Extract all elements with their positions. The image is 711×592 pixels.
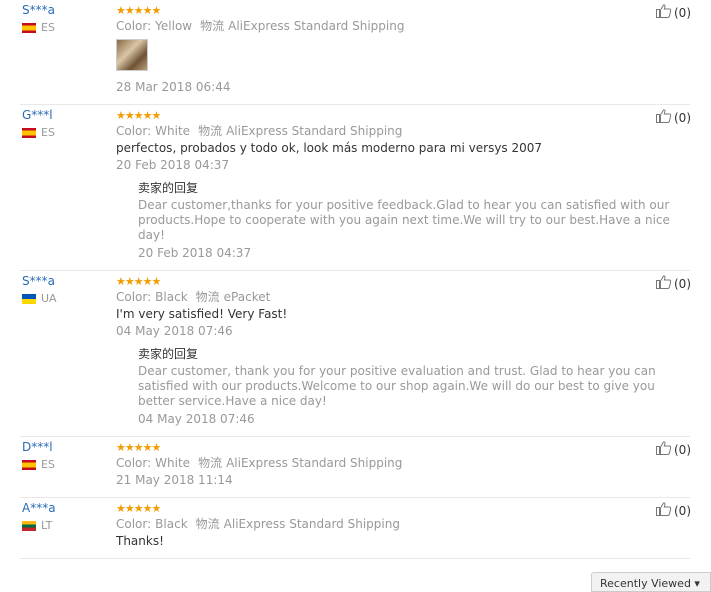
star-rating: ★★★★★: [116, 4, 161, 17]
seller-reply-text: Dear customer,thanks for your positive f…: [138, 198, 670, 242]
color-label: Color:: [116, 124, 152, 138]
country-code: ES: [41, 21, 55, 34]
review-item: G***l ES ★★★★★ Color: White 物流 AliExpress Stan…: [20, 105, 691, 271]
review-date: 20 Feb 2018 04:37: [116, 158, 230, 172]
review-content: ★★★★★ Color: Yellow 物流 AliExpress Standard S…: [116, 0, 690, 104]
color-value: Black: [155, 290, 188, 304]
reviewer-country: ES: [22, 21, 102, 34]
review-content: ★★★★★ Color: Black 物流 ePacket I'm very satisf…: [116, 271, 690, 436]
seller-reply-text: Dear customer, thank you for your positi…: [138, 364, 656, 408]
helpful-button[interactable]: (0): [656, 109, 691, 126]
color-label: Color:: [116, 290, 152, 304]
thumbs-up-icon: [656, 4, 674, 21]
star-rating: ★★★★★: [116, 441, 161, 454]
review-item: A***a LT ★★★★★ Color: Black 物流 AliExpress Stan…: [20, 498, 691, 559]
review-list: S***a ES ★★★★★ Color: Yellow 物流 AliExpress Sta…: [0, 0, 711, 559]
seller-reply-title: 卖家的回复: [138, 181, 199, 195]
review-item: S***a ES ★★★★★ Color: Yellow 物流 AliExpress Sta…: [20, 0, 691, 105]
helpful-button[interactable]: (0): [656, 502, 691, 519]
order-info: Color: Yellow 物流 AliExpress Standard Shippi…: [116, 17, 690, 35]
reviewer-name[interactable]: S***a: [22, 274, 102, 288]
helpful-button[interactable]: (0): [656, 4, 691, 21]
color-value: Yellow: [155, 19, 193, 33]
seller-reply: 卖家的回复 Dear customer, thank you for your p…: [138, 344, 690, 428]
review-content: ★★★★★ Color: Black 物流 AliExpress Standard Sh…: [116, 498, 690, 558]
thumbs-up-icon: [656, 502, 674, 519]
shipping-label: 物流: [198, 124, 223, 138]
country-flag-icon: [22, 293, 36, 304]
review-photo-thumbnail[interactable]: [116, 39, 148, 71]
shipping-value: AliExpress Standard Shipping: [226, 456, 403, 470]
review-text: perfectos, probados y todo ok, look más …: [116, 141, 543, 155]
review-date: 21 May 2018 11:14: [116, 473, 233, 487]
reviewer-name[interactable]: A***a: [22, 501, 102, 515]
helpful-count: (0): [674, 503, 691, 518]
country-code: ES: [41, 126, 55, 139]
review-date: 04 May 2018 07:46: [116, 324, 233, 338]
color-value: Black: [155, 517, 188, 531]
seller-reply: 卖家的回复 Dear customer,thanks for your posit…: [138, 178, 690, 262]
review-date: 28 Mar 2018 06:44: [116, 80, 231, 94]
seller-reply-date: 20 Feb 2018 04:37: [138, 246, 252, 260]
shipping-label: 物流: [200, 19, 225, 33]
reviewer: A***a LT: [22, 501, 102, 532]
country-flag-icon: [22, 127, 36, 138]
helpful-button[interactable]: (0): [656, 441, 691, 458]
review-content: ★★★★★ Color: White 物流 AliExpress Standard Sh…: [116, 105, 690, 270]
shipping-label: 物流: [195, 517, 220, 531]
star-rating: ★★★★★: [116, 109, 161, 122]
order-info: Color: Black 物流 AliExpress Standard Shippin…: [116, 515, 690, 533]
order-info: Color: White 物流 AliExpress Standard Shippin…: [116, 454, 690, 472]
order-info: Color: White 物流 AliExpress Standard Shippin…: [116, 122, 690, 140]
reviewer-country: ES: [22, 458, 102, 471]
review-text: Thanks!: [116, 534, 164, 548]
review-text: I'm very satisfied! Very Fast!: [116, 307, 288, 321]
thumbs-up-icon: [656, 109, 674, 126]
helpful-button[interactable]: (0): [656, 275, 691, 292]
country-code: LT: [41, 519, 53, 532]
color-value: White: [155, 456, 191, 470]
helpful-count: (0): [674, 276, 691, 291]
shipping-value: AliExpress Standard Shipping: [223, 517, 400, 531]
reviewer: S***a UA: [22, 274, 102, 305]
seller-reply-date: 04 May 2018 07:46: [138, 412, 255, 426]
reviewer-country: LT: [22, 519, 102, 532]
star-rating: ★★★★★: [116, 502, 161, 515]
review-item: S***a UA ★★★★★ Color: Black 物流 ePacket I'm very…: [20, 271, 691, 437]
shipping-label: 物流: [198, 456, 223, 470]
helpful-count: (0): [674, 110, 691, 125]
shipping-value: AliExpress Standard Shipping: [228, 19, 405, 33]
review-item: D***l ES ★★★★★ Color: White 物流 AliExpress Stan…: [20, 437, 691, 498]
country-code: UA: [41, 292, 57, 305]
shipping-label: 物流: [195, 290, 220, 304]
order-info: Color: Black 物流 ePacket: [116, 288, 690, 306]
color-value: White: [155, 124, 191, 138]
shipping-value: AliExpress Standard Shipping: [226, 124, 403, 138]
reviewer-name[interactable]: D***l: [22, 440, 102, 454]
reviewer: S***a ES: [22, 3, 102, 34]
reviewer: G***l ES: [22, 108, 102, 139]
country-flag-icon: [22, 22, 36, 33]
reviewer-country: ES: [22, 126, 102, 139]
reviewer-name[interactable]: G***l: [22, 108, 102, 122]
color-label: Color:: [116, 19, 152, 33]
reviewer: D***l ES: [22, 440, 102, 471]
helpful-count: (0): [674, 5, 691, 20]
thumbs-up-icon: [656, 275, 674, 292]
country-code: ES: [41, 458, 55, 471]
reviewer-name[interactable]: S***a: [22, 3, 102, 17]
reviewer-country: UA: [22, 292, 102, 305]
color-label: Color:: [116, 517, 152, 531]
seller-reply-title: 卖家的回复: [138, 347, 199, 361]
shipping-value: ePacket: [223, 290, 271, 304]
country-flag-icon: [22, 459, 36, 470]
color-label: Color:: [116, 456, 152, 470]
recently-viewed-button[interactable]: Recently Viewed ▾: [591, 572, 711, 592]
country-flag-icon: [22, 520, 36, 531]
review-content: ★★★★★ Color: White 物流 AliExpress Standard Sh…: [116, 437, 690, 497]
helpful-count: (0): [674, 442, 691, 457]
star-rating: ★★★★★: [116, 275, 161, 288]
thumbs-up-icon: [656, 441, 674, 458]
